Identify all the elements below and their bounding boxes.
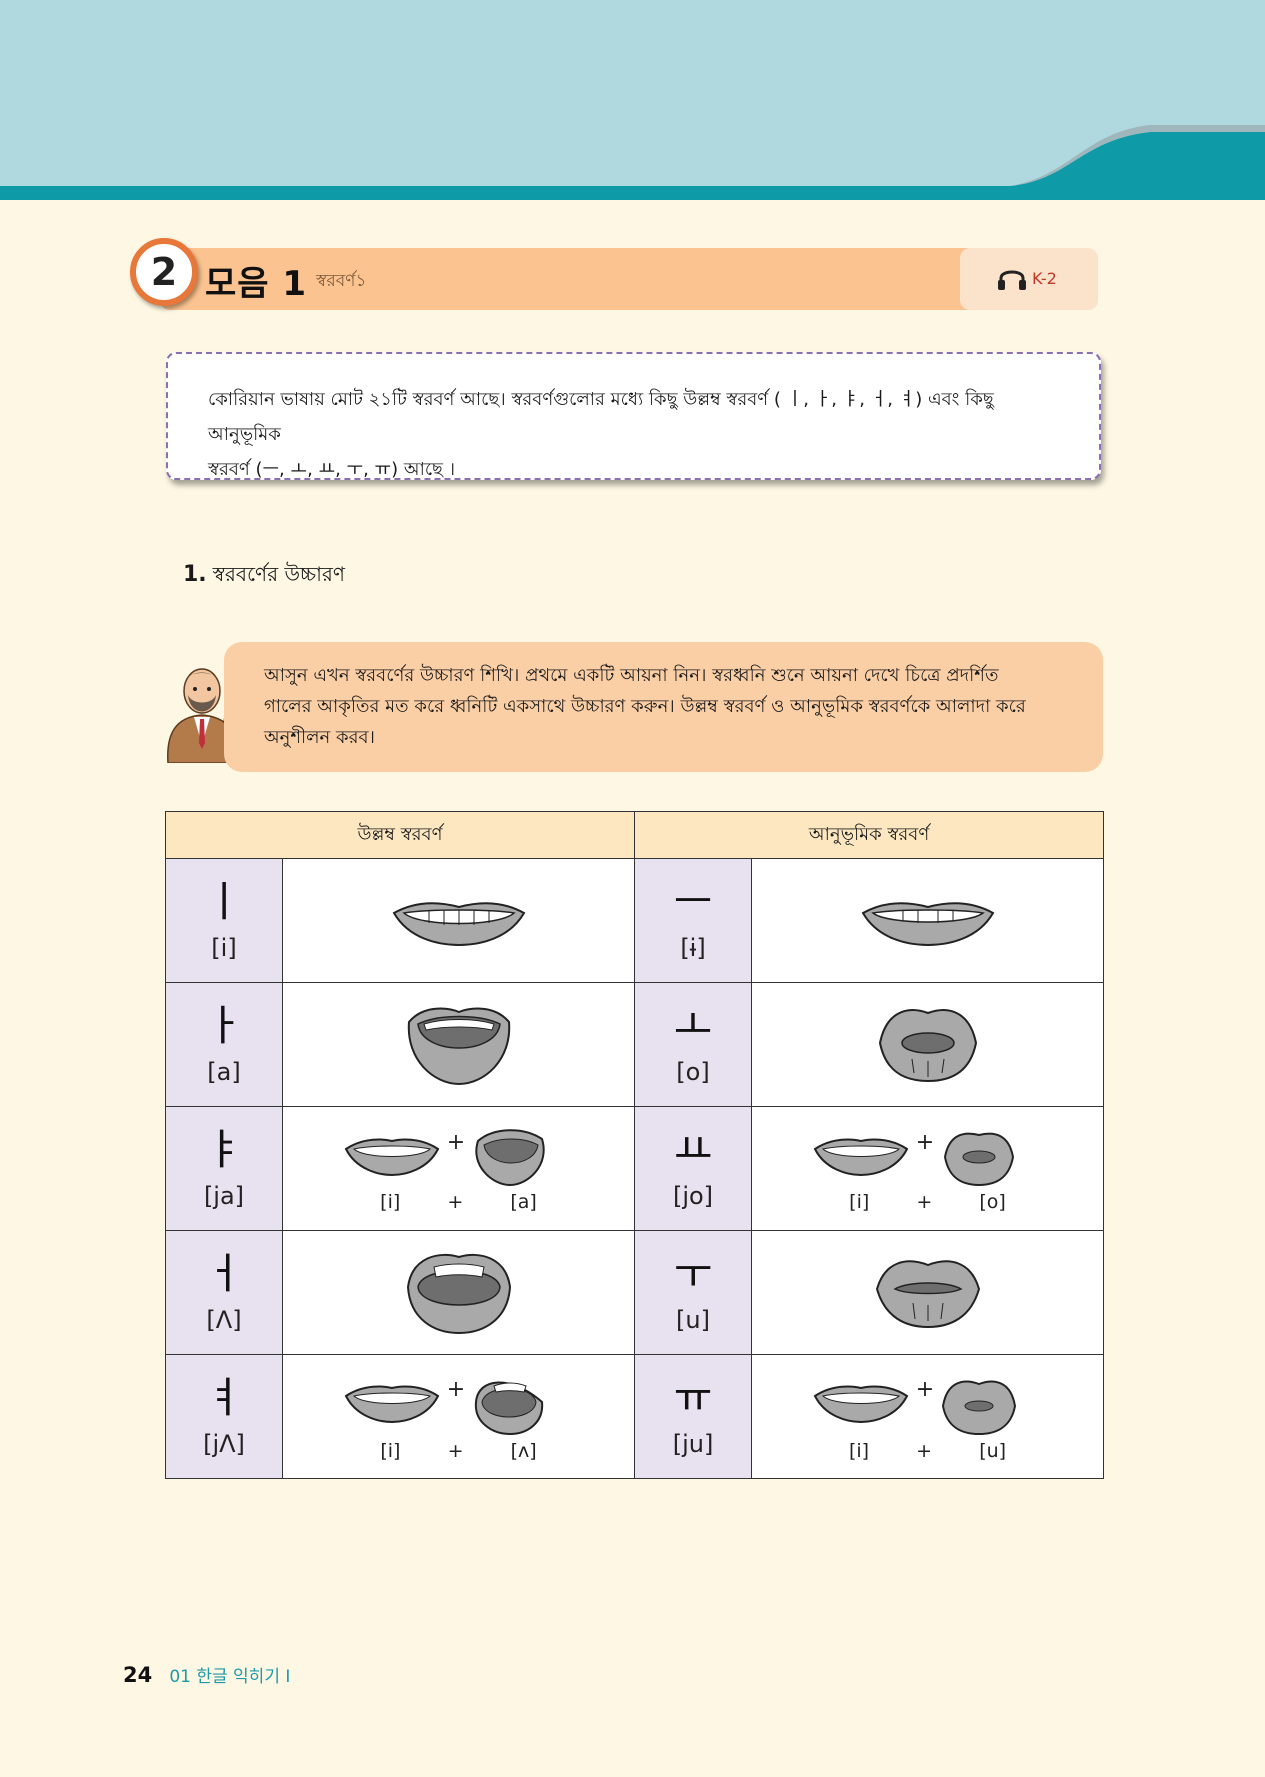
vowel-letter: ㅡ — [673, 876, 713, 926]
vowel-letter: ㅗ — [673, 1000, 713, 1050]
vowel-ipa: [a] — [207, 1057, 241, 1086]
vowel-letter: ㅕ — [204, 1372, 244, 1422]
mouth-combo-icon: + — [344, 1128, 545, 1186]
vowel-ipa: [jΛ] — [203, 1429, 245, 1458]
audio-track-code: K-2 — [1032, 269, 1057, 288]
vowel-letter: ㅏ — [204, 1000, 244, 1050]
vowel-ipa: [ju] — [672, 1429, 714, 1458]
vowel-cell: ㅣ [i] — [165, 858, 283, 983]
vowel-cell: ㅗ [o] — [634, 982, 753, 1107]
vowel-ipa: [Λ] — [206, 1305, 242, 1334]
mouth-cell: + [i] + [a] — [281, 1106, 636, 1231]
plus-sign: + — [915, 1130, 933, 1155]
plus-sign: + — [446, 1130, 464, 1155]
vowel-ipa: [i] — [211, 933, 237, 962]
subsection-number: 1. — [183, 562, 207, 587]
vowel-letter: ㅛ — [673, 1124, 713, 1174]
combo-plus: + — [447, 1439, 464, 1462]
mouth-cell: + [i] + [o] — [751, 1106, 1105, 1231]
vowel-cell: ㅡ [ɨ] — [634, 858, 753, 983]
mouth-open-icon — [407, 1007, 510, 1085]
combo-plus: + — [447, 1190, 464, 1213]
vowel-cell: ㅓ [Λ] — [165, 1230, 283, 1355]
combo-plus: + — [916, 1190, 933, 1213]
table-row: ㅏ [a] ㅗ [o] — [165, 982, 1105, 1107]
mouth-cell — [281, 1230, 636, 1355]
plus-sign: + — [915, 1377, 933, 1402]
mouth-combo-icon: + — [344, 1377, 543, 1435]
subsection-title: স্বরবর্ণের উচ্চারণ — [212, 562, 345, 586]
chapter-title: 01 한글 익히기 Ⅰ — [169, 1667, 291, 1687]
combo-label: [i] — [849, 1190, 870, 1213]
mouth-cell — [751, 982, 1105, 1107]
page-number: 24 — [123, 1663, 153, 1687]
vowel-letter: ㅑ — [204, 1124, 244, 1174]
table-row: ㅑ [ja] + [i] + [a] ㅛ [jo] + [i] + [o] — [165, 1106, 1105, 1231]
vowel-ipa: [ɨ] — [680, 933, 706, 962]
header-vertical-vowels: উল্লম্ব স্বরবর্ণ — [164, 811, 636, 859]
teacher-callout: আসুন এখন স্বরবর্ণের উচ্চারণ শিখি। প্রথমে… — [224, 642, 1103, 772]
vowel-cell: ㅠ [ju] — [634, 1354, 753, 1479]
mouth-smile-icon — [861, 901, 994, 946]
vowel-table: উল্লম্ব স্বরবর্ণ আনুভূমিক স্বরবর্ণ ㅣ [i]… — [164, 811, 1105, 1479]
combo-label: [ʌ] — [510, 1439, 537, 1462]
vowel-cell: ㅛ [jo] — [634, 1106, 753, 1231]
mouth-cell — [751, 1230, 1105, 1355]
audio-track-box[interactable] — [960, 248, 1098, 310]
vowel-letter: ㅣ — [204, 876, 244, 926]
header-horizontal-vowels: আনুভূমিক স্বরবর্ণ — [634, 811, 1105, 859]
section-heading: 2 모음 1 স্বরবর্ণ১ K-2 — [130, 238, 1098, 314]
table-row: ㅓ [Λ] ㅜ [u] — [165, 1230, 1105, 1355]
mouth-smile-icon — [392, 901, 525, 946]
vowel-cell: ㅕ [jΛ] — [165, 1354, 283, 1479]
mouth-cell — [751, 858, 1105, 983]
section-subtitle: স্বরবর্ণ১ — [316, 271, 367, 291]
vowel-ipa: [jo] — [672, 1181, 714, 1210]
callout-line-2: গালের আকৃতির মত করে ধ্বনিটি একসাথে উচ্চা… — [264, 696, 1026, 717]
intro-line-1: কোরিয়ান ভাষায় মোট ২১টি স্বরবর্ণ আছে। স… — [208, 389, 994, 445]
mouth-round-icon — [878, 1008, 977, 1082]
combo-label: [i] — [848, 1439, 870, 1462]
section-number: 2 — [130, 238, 198, 306]
intro-line-2: স্বরবর্ণ (ㅡ, ㅗ, ㅛ, ㅜ, ㅠ) আছে । — [208, 459, 456, 480]
vowel-ipa: [o] — [676, 1057, 710, 1086]
intro-note: কোরিয়ান ভাষায় মোট ২১টি স্বরবর্ণ আছে। স… — [166, 352, 1101, 480]
subsection-heading: 1. স্বরবর্ণের উচ্চারণ — [183, 560, 345, 593]
combo-label: [o] — [979, 1190, 1006, 1213]
plus-sign: + — [446, 1377, 464, 1402]
vowel-cell: ㅏ [a] — [165, 982, 283, 1107]
vowel-letter: ㅠ — [673, 1372, 713, 1422]
combo-label: [u] — [979, 1439, 1007, 1462]
vowel-letter: ㅜ — [673, 1248, 713, 1298]
vowel-ipa: [ja] — [203, 1181, 245, 1210]
mouth-combo-icon: + — [813, 1130, 1014, 1186]
mouth-wide-open-icon — [406, 1253, 511, 1334]
mouth-combo-icon: + — [813, 1377, 1016, 1435]
mouth-cell: + [i] + [ʌ] — [281, 1354, 636, 1479]
mouth-cell: + [i] + [u] — [751, 1354, 1105, 1479]
mouth-cell — [281, 982, 636, 1107]
vowel-cell: ㅑ [ja] — [165, 1106, 283, 1231]
section-title: 모음 1 — [205, 264, 308, 304]
mouth-cell — [281, 858, 636, 983]
header-band — [0, 0, 1265, 200]
table-row: ㅣ [i] ㅡ [ɨ] — [165, 858, 1105, 983]
combo-plus: + — [916, 1439, 933, 1462]
callout-line-1: আসুন এখন স্বরবর্ণের উচ্চারণ শিখি। প্রথমে… — [264, 665, 999, 686]
combo-label: [i] — [380, 1190, 401, 1213]
combo-label: [a] — [510, 1190, 537, 1213]
vowel-cell: ㅜ [u] — [634, 1230, 753, 1355]
combo-label: [i] — [380, 1439, 401, 1462]
table-row: ㅕ [jΛ] + [i] + [ʌ] ㅠ [ju] + [i] + [u] — [165, 1354, 1105, 1479]
page-footer: 24 01 한글 익히기 Ⅰ — [123, 1662, 290, 1687]
vowel-letter: ㅓ — [204, 1248, 244, 1298]
callout-line-3: অনুশীলন করব। — [264, 727, 375, 748]
headphones-icon[interactable] — [996, 264, 1028, 292]
vowel-ipa: [u] — [676, 1305, 710, 1334]
mouth-pucker-icon — [875, 1259, 980, 1328]
